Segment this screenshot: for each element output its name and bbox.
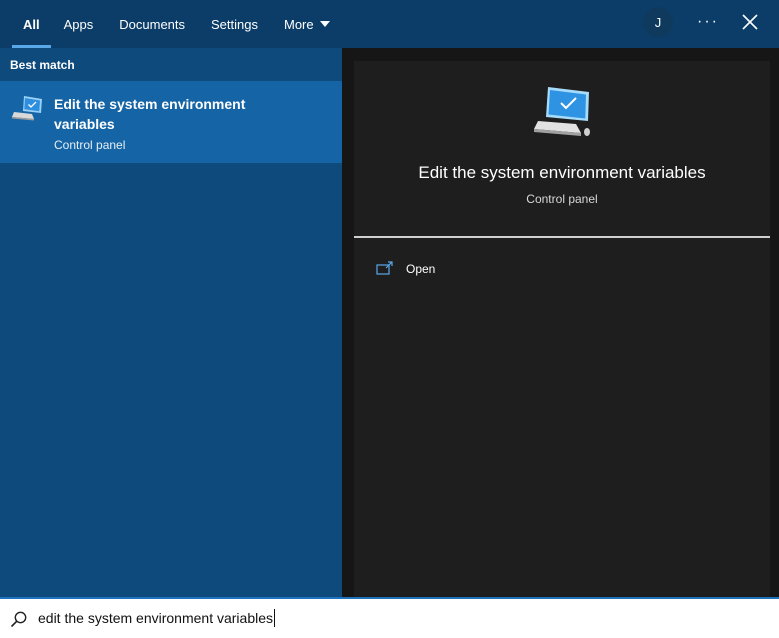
preview-card: Edit the system environment variables Co… bbox=[354, 61, 770, 597]
close-icon bbox=[742, 14, 758, 30]
preview-title: Edit the system environment variables bbox=[418, 163, 706, 182]
best-match-heading: Best match bbox=[10, 58, 75, 72]
open-action-label: Open bbox=[406, 262, 436, 276]
text-caret bbox=[274, 609, 275, 627]
search-box[interactable]: edit the system environment variables bbox=[0, 597, 779, 638]
tab-all[interactable]: All bbox=[12, 0, 51, 48]
chevron-down-icon bbox=[319, 21, 330, 27]
result-subtitle: Control panel bbox=[54, 138, 126, 152]
result-title: Edit the system environment variables bbox=[54, 96, 246, 132]
divider bbox=[354, 236, 770, 238]
computer-monitor-icon bbox=[12, 96, 42, 121]
open-external-icon bbox=[376, 261, 393, 275]
tab-documents[interactable]: Documents bbox=[106, 0, 198, 48]
avatar-initial: J bbox=[654, 14, 662, 30]
ellipsis-icon: ··· bbox=[697, 13, 719, 30]
tab-apps[interactable]: Apps bbox=[51, 0, 107, 48]
open-action[interactable]: Open bbox=[376, 257, 435, 281]
computer-monitor-icon bbox=[534, 87, 590, 136]
preview-pane: Edit the system environment variables Co… bbox=[342, 48, 779, 597]
tab-label: Documents bbox=[119, 16, 186, 32]
results-pane: Best match Edit the system environment v… bbox=[0, 48, 342, 597]
more-options-button[interactable]: ··· bbox=[693, 10, 723, 34]
best-match-result[interactable]: Edit the system environment variables Co… bbox=[0, 81, 342, 163]
tab-settings[interactable]: Settings bbox=[198, 0, 271, 48]
close-button[interactable] bbox=[736, 8, 764, 36]
search-input[interactable]: edit the system environment variables bbox=[38, 609, 275, 627]
top-bar: All Apps Documents Settings More J ··· bbox=[0, 0, 779, 48]
search-icon bbox=[10, 611, 27, 628]
account-avatar[interactable]: J bbox=[643, 7, 673, 37]
tab-label: Settings bbox=[211, 16, 258, 32]
tab-more[interactable]: More bbox=[271, 0, 343, 48]
preview-subtitle: Control panel bbox=[526, 192, 598, 206]
tab-label: All bbox=[23, 16, 40, 32]
filter-tabs: All Apps Documents Settings More bbox=[0, 0, 343, 48]
search-query: edit the system environment variables bbox=[38, 610, 273, 626]
tab-label: Apps bbox=[63, 16, 94, 32]
tab-label: More bbox=[284, 16, 314, 32]
